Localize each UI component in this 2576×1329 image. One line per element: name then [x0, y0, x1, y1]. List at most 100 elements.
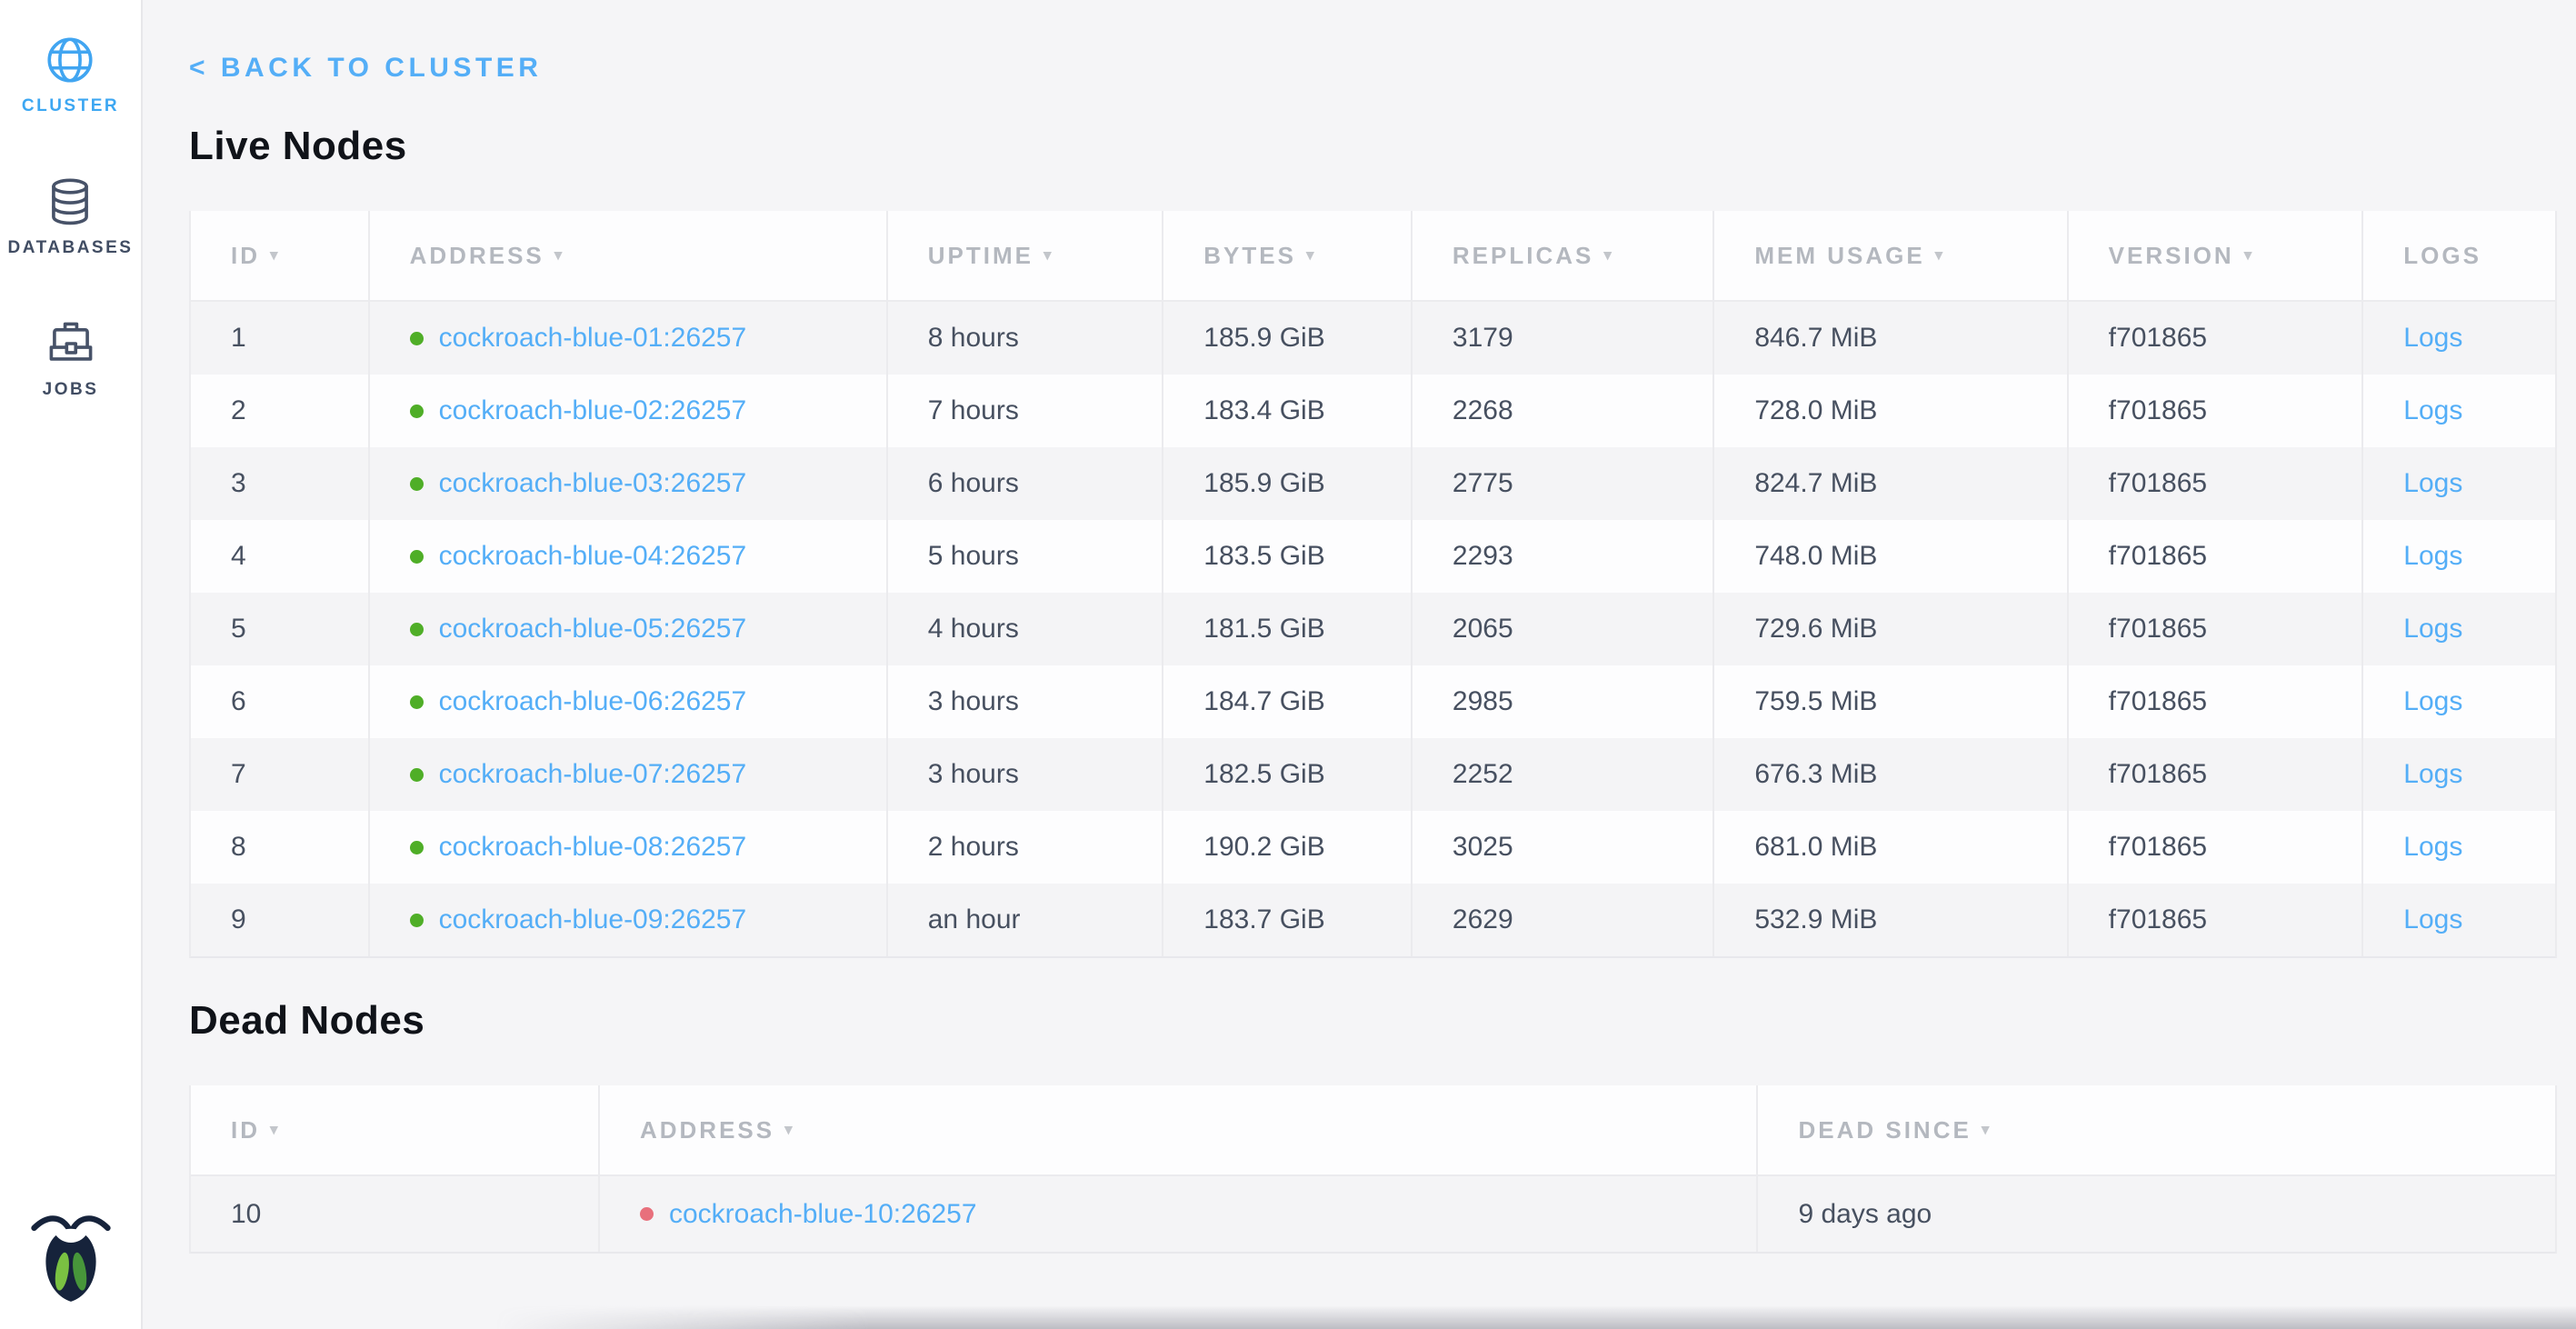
- logs-link[interactable]: Logs: [2403, 904, 2462, 935]
- logs-link[interactable]: Logs: [2403, 759, 2462, 790]
- cell-address: cockroach-blue-06:26257: [370, 665, 888, 738]
- column-header-id[interactable]: ID▾: [191, 1085, 600, 1174]
- table-row: 5 cockroach-blue-05:26257 4 hours 181.5 GiB…: [191, 593, 2555, 665]
- cell-address: cockroach-blue-07:26257: [370, 738, 888, 811]
- cell-address: cockroach-blue-05:26257: [370, 593, 888, 665]
- column-header-mem_usage[interactable]: MEM USAGE▾: [1714, 211, 2068, 300]
- node-address-link[interactable]: cockroach-blue-09:26257: [439, 904, 747, 935]
- cell-value: 9 days ago: [1798, 1199, 1932, 1230]
- sort-arrow-icon: ▾: [1603, 246, 1614, 265]
- back-to-cluster-link[interactable]: < BACK TO CLUSTER: [189, 53, 542, 84]
- cell-value: f701865: [2109, 686, 2207, 717]
- cell-value: f701865: [2109, 832, 2207, 863]
- sidebar-item-label: DATABASES: [8, 238, 134, 258]
- node-address-link[interactable]: cockroach-blue-02:26257: [439, 395, 747, 426]
- sidebar-item-jobs[interactable]: JOBS: [43, 318, 99, 400]
- cell-replicas: 2629: [1413, 884, 1714, 956]
- table-row: 8cockroach-blue-08:262572 hours190.2 GiB…: [191, 811, 2555, 884]
- column-header-bytes[interactable]: BYTES▾: [1163, 211, 1413, 300]
- cell-mem_usage: 824.7 MiB: [1714, 447, 2068, 520]
- sidebar-item-label: CLUSTER: [22, 96, 119, 116]
- column-header-label: ID: [231, 242, 260, 270]
- cell-logs: Logs: [2363, 738, 2555, 811]
- cell-logs: Logs: [2363, 302, 2555, 375]
- column-header-version[interactable]: VERSION▾: [2069, 211, 2364, 300]
- cell-uptime: 5 hours: [888, 520, 1164, 593]
- node-address-link[interactable]: cockroach-blue-03:26257: [439, 468, 747, 499]
- cell-value: 532.9 MiB: [1754, 904, 1877, 935]
- cell-value: 2 hours: [928, 832, 1019, 863]
- cell-mem_usage: 676.3 MiB: [1714, 738, 2068, 811]
- node-address-link[interactable]: cockroach-blue-07:26257: [439, 759, 747, 790]
- node-live-status-dot: [410, 332, 424, 345]
- cell-value: 190.2 GiB: [1203, 832, 1324, 863]
- cell-value: f701865: [2109, 323, 2207, 354]
- column-header-dead_since[interactable]: DEAD SINCE▾: [1758, 1085, 2555, 1174]
- cell-value: f701865: [2109, 541, 2207, 572]
- cell-logs: Logs: [2363, 884, 2555, 956]
- column-header-address[interactable]: ADDRESS▾: [600, 1085, 1758, 1174]
- cell-value: 728.0 MiB: [1754, 395, 1877, 426]
- cell-value: 1: [231, 323, 246, 354]
- sort-arrow-icon: ▾: [1935, 246, 1946, 265]
- column-header-replicas[interactable]: REPLICAS▾: [1413, 211, 1714, 300]
- cell-value: 2: [231, 395, 246, 426]
- sort-arrow-icon: ▾: [784, 1121, 795, 1139]
- cell-value: 5: [231, 614, 246, 645]
- live-nodes-title: Live Nodes: [189, 124, 2576, 169]
- node-address-link[interactable]: cockroach-blue-10:26257: [669, 1199, 977, 1230]
- cell-mem_usage: 728.0 MiB: [1714, 375, 2068, 447]
- column-header-uptime[interactable]: UPTIME▾: [888, 211, 1164, 300]
- cell-version: f701865: [2069, 738, 2364, 811]
- cell-address: cockroach-blue-10:26257: [600, 1176, 1758, 1252]
- table-row: 4 cockroach-blue-04:26257 5 hours183.5 GiB…: [191, 520, 2555, 593]
- node-address-link[interactable]: cockroach-blue-04:26257: [439, 541, 747, 572]
- cell-bytes: 183.5 GiB: [1163, 520, 1413, 593]
- cell-value: 2252: [1453, 759, 1513, 790]
- cell-value: 2065: [1453, 614, 1513, 645]
- cell-version: f701865: [2069, 593, 2364, 665]
- table-row: 1cockroach-blue-01:262578 hours185.9 GiB…: [191, 302, 2555, 375]
- node-address-link[interactable]: cockroach-blue-05:26257: [439, 614, 747, 645]
- logs-link[interactable]: Logs: [2403, 468, 2462, 499]
- cell-address: cockroach-blue-02:26257: [370, 375, 888, 447]
- cell-value: 2268: [1453, 395, 1513, 426]
- briefcase-icon: [45, 318, 96, 369]
- logs-link[interactable]: Logs: [2403, 832, 2462, 863]
- sort-arrow-icon: ▾: [1982, 1121, 1992, 1139]
- cell-value: 7: [231, 759, 246, 790]
- logs-link[interactable]: Logs: [2403, 686, 2462, 717]
- cell-value: f701865: [2109, 759, 2207, 790]
- node-live-status-dot: [410, 405, 424, 418]
- logs-link[interactable]: Logs: [2403, 614, 2462, 645]
- column-header-logs: LOGS: [2363, 211, 2555, 300]
- sidebar-item-databases[interactable]: DATABASES: [8, 176, 134, 258]
- node-address-link[interactable]: cockroach-blue-06:26257: [439, 686, 747, 717]
- node-address-link[interactable]: cockroach-blue-01:26257: [439, 323, 747, 354]
- cell-address: cockroach-blue-08:26257: [370, 811, 888, 884]
- column-header-id[interactable]: ID▾: [191, 211, 370, 300]
- node-address-link[interactable]: cockroach-blue-08:26257: [439, 832, 747, 863]
- column-header-address[interactable]: ADDRESS▾: [370, 211, 888, 300]
- cell-value: 4: [231, 541, 246, 572]
- logs-link[interactable]: Logs: [2403, 395, 2462, 426]
- cell-replicas: 3025: [1413, 811, 1714, 884]
- cell-mem_usage: 748.0 MiB: [1714, 520, 2068, 593]
- cell-value: 181.5 GiB: [1203, 614, 1324, 645]
- cell-value: 2293: [1453, 541, 1513, 572]
- cell-value: 846.7 MiB: [1754, 323, 1877, 354]
- live-nodes-table: ID▾ADDRESS▾UPTIME▾BYTES▾REPLICAS▾MEM USA…: [189, 211, 2557, 958]
- logs-link[interactable]: Logs: [2403, 323, 2462, 354]
- cell-version: f701865: [2069, 520, 2364, 593]
- cell-uptime: 3 hours: [888, 665, 1164, 738]
- cell-value: 759.5 MiB: [1754, 686, 1877, 717]
- sidebar-item-cluster[interactable]: CLUSTER: [22, 35, 119, 116]
- table-row: 6cockroach-blue-06:262573 hours184.7 GiB…: [191, 665, 2555, 738]
- cell-replicas: 2268: [1413, 375, 1714, 447]
- node-live-status-dot: [410, 477, 424, 491]
- node-live-status-dot: [410, 768, 424, 782]
- cell-uptime: 4 hours: [888, 593, 1164, 665]
- node-live-status-dot: [410, 623, 424, 636]
- cell-address: cockroach-blue-01:26257: [370, 302, 888, 375]
- logs-link[interactable]: Logs: [2403, 541, 2462, 572]
